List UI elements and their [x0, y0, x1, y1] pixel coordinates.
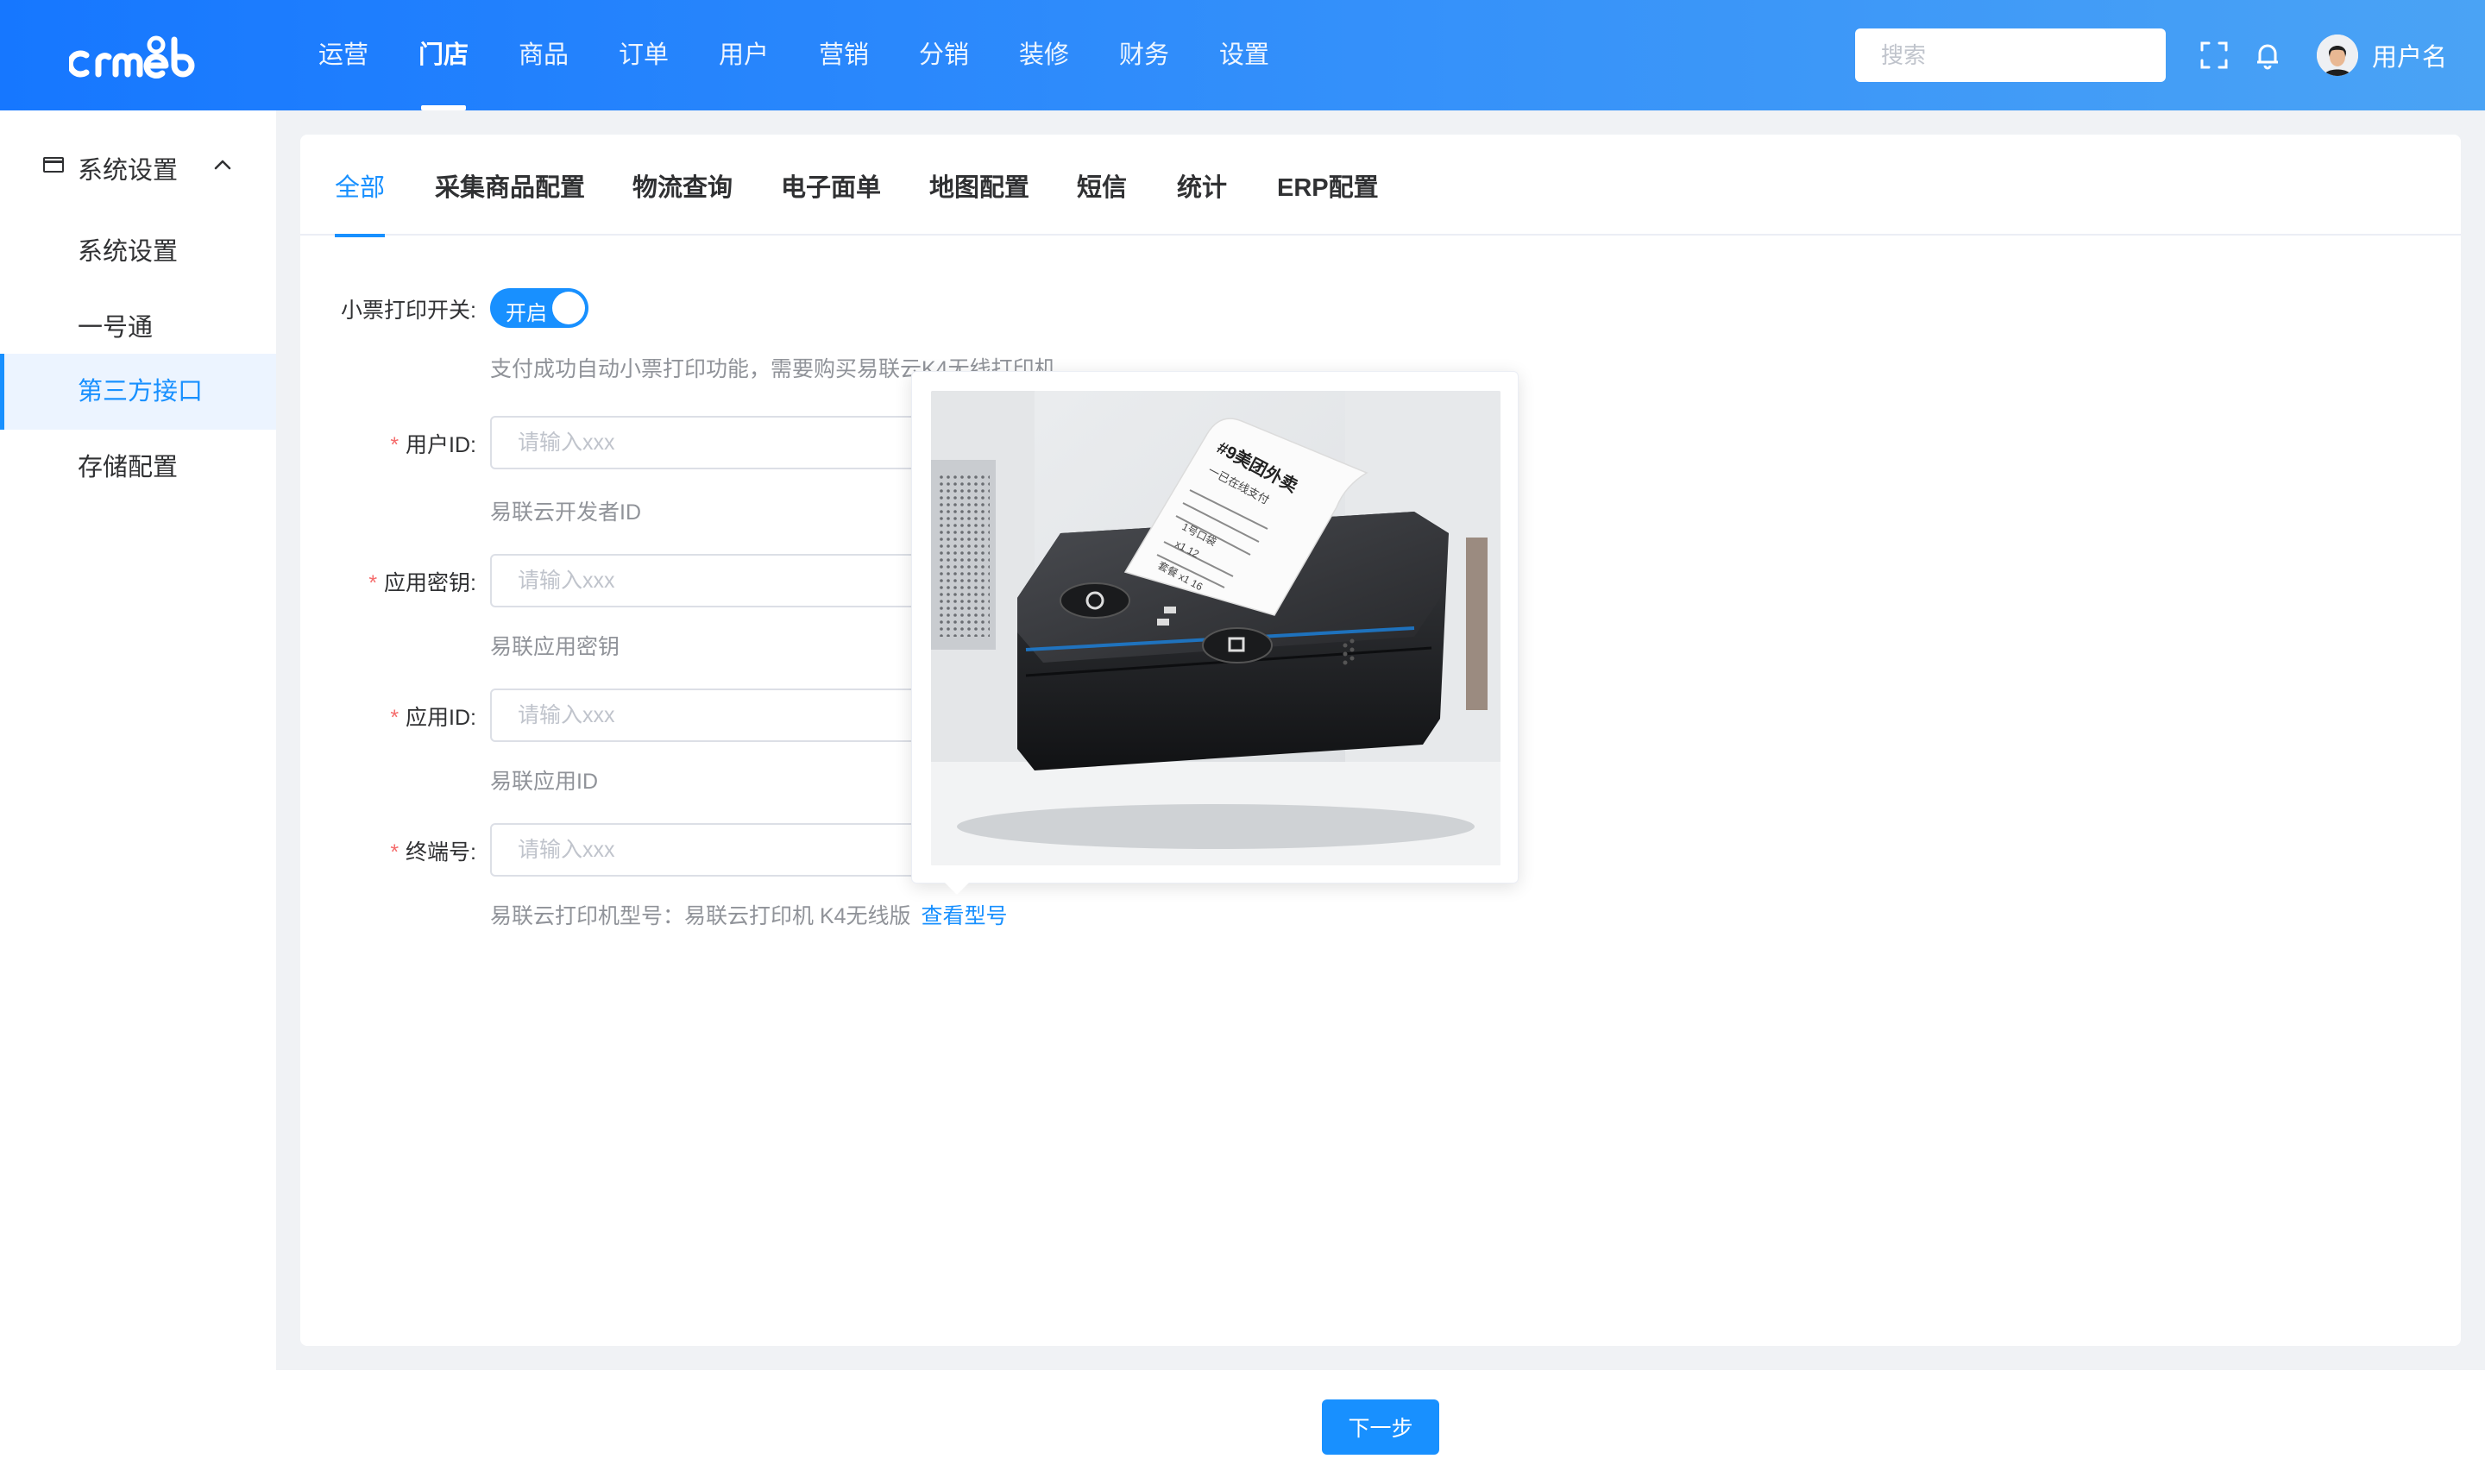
app-id-tip: 易联应用ID	[490, 770, 599, 794]
nav-item[interactable]: 订单	[594, 0, 694, 110]
main-nav: 运营 门店 商品 订单 用户 营销 分销 装修 财务 设置	[293, 0, 1294, 110]
tab-logistics[interactable]: 物流查询	[632, 135, 733, 236]
fullscreen-icon[interactable]	[2197, 38, 2231, 72]
crmeb-logo[interactable]	[69, 26, 207, 85]
printer-image: #9美团外卖 一已在线支付 1号口袋 x1 12 套餐 x1 16	[931, 391, 1500, 865]
tab-e-waybill[interactable]: 电子面单	[781, 135, 881, 236]
print-switch-toggle[interactable]: 开启	[490, 288, 588, 328]
sidebar-group-system[interactable]: 系统设置	[0, 136, 276, 193]
print-switch-label: 小票打印开关:	[341, 299, 476, 323]
search-input[interactable]	[1855, 28, 2166, 82]
bell-icon[interactable]	[2250, 38, 2285, 72]
folder-icon	[42, 157, 64, 173]
terminal-no-label: * 终端号:	[390, 840, 476, 865]
top-header: 运营 门店 商品 订单 用户 营销 分销 装修 财务 设置 搜索 用户名	[0, 0, 2485, 110]
avatar	[2317, 35, 2358, 76]
nav-item[interactable]: 财务	[1094, 0, 1194, 110]
next-step-button[interactable]: 下一步	[1322, 1399, 1439, 1455]
terminal-no-tip: 易联云打印机型号：易联云打印机 K4无线版 查看型号	[490, 904, 1008, 928]
required-mark: *	[390, 840, 399, 865]
tab-sms[interactable]: 短信	[1077, 135, 1127, 236]
tab-bar: 全部 采集商品配置 物流查询 电子面单 地图配置 短信 统计 ERP配置	[300, 135, 2461, 237]
nav-item[interactable]: 分销	[894, 0, 994, 110]
tab-collect-config[interactable]: 采集商品配置	[435, 135, 585, 236]
nav-item[interactable]: 装修	[994, 0, 1094, 110]
nav-item[interactable]: 设置	[1194, 0, 1294, 110]
nav-item-active[interactable]: 门店	[393, 0, 494, 110]
sidebar-item-system-settings[interactable]: 系统设置	[0, 214, 276, 290]
sidebar: 系统设置 系统设置 一号通 第三方接口 存储配置	[0, 110, 276, 1484]
app-secret-label: * 应用密钥:	[368, 571, 476, 595]
tab-all[interactable]: 全部	[335, 135, 386, 237]
chevron-up-icon	[213, 155, 232, 179]
popover-arrow	[945, 883, 969, 895]
view-model-link[interactable]: 查看型号	[922, 904, 1008, 928]
tab-stats[interactable]: 统计	[1177, 135, 1227, 236]
app-secret-tip: 易联应用密钥	[490, 635, 620, 659]
user-id-tip: 易联云开发者ID	[490, 500, 642, 525]
tab-map[interactable]: 地图配置	[929, 135, 1029, 236]
user-id-label: * 用户ID:	[390, 433, 476, 457]
required-mark: *	[390, 433, 399, 457]
nav-item[interactable]: 用户	[694, 0, 794, 110]
app-id-label: * 应用ID:	[390, 706, 476, 730]
switch-state-text: 开启	[506, 302, 547, 325]
user-menu[interactable]: 用户名	[2317, 33, 2447, 78]
required-mark: *	[368, 571, 378, 595]
switch-knob	[552, 292, 585, 324]
sidebar-group-label: 系统设置	[78, 157, 179, 185]
required-mark: *	[390, 706, 399, 730]
username: 用户名	[2372, 44, 2448, 72]
footer-bar: 下一步	[276, 1370, 2485, 1484]
sidebar-item-third-party[interactable]: 第三方接口	[0, 354, 276, 430]
tab-erp[interactable]: ERP配置	[1277, 135, 1379, 236]
printer-preview-popover: #9美团外卖 一已在线支付 1号口袋 x1 12 套餐 x1 16	[911, 371, 1519, 895]
sidebar-item-storage[interactable]: 存储配置	[0, 430, 276, 506]
nav-item[interactable]: 运营	[293, 0, 393, 110]
nav-item[interactable]: 营销	[794, 0, 894, 110]
nav-item[interactable]: 商品	[494, 0, 594, 110]
